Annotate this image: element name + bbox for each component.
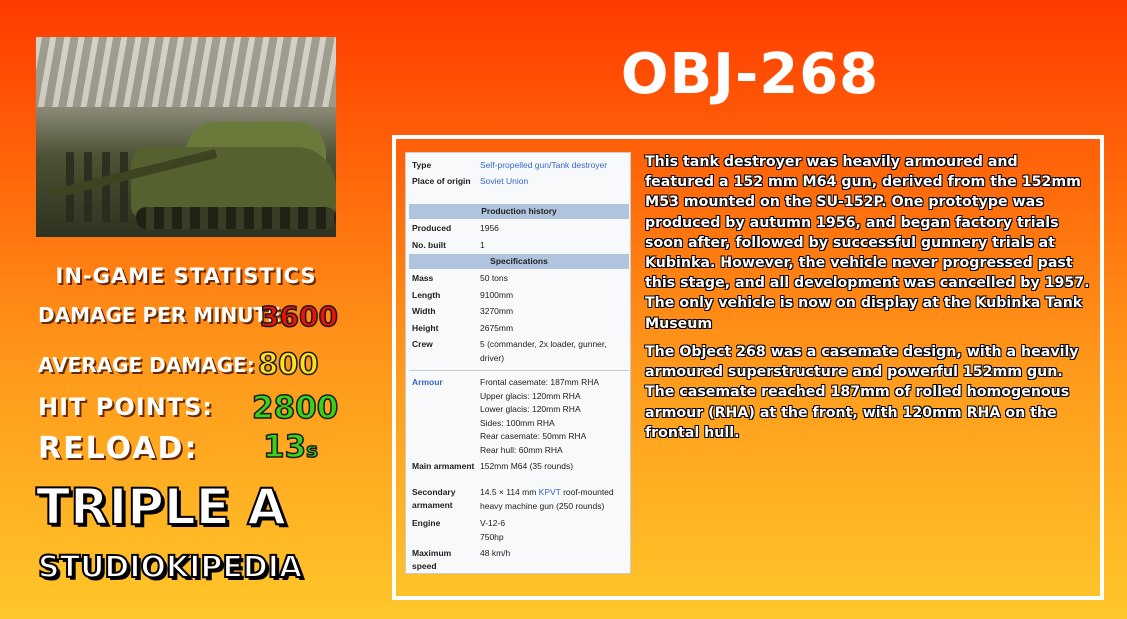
armour-key[interactable]: Armour: [412, 376, 477, 389]
main-armament-key: Main armament: [412, 461, 475, 471]
height-key: Height: [412, 323, 439, 333]
built-key: No. built: [412, 240, 446, 250]
width-key: Width: [412, 306, 436, 316]
specs-heading: Specifications: [409, 254, 629, 269]
reload-label: RELOAD:: [38, 431, 199, 466]
brand-line2: STUDIOKIPEDIA: [37, 549, 303, 586]
armour-line: Rear hull: 60mm RHA: [480, 444, 563, 455]
infobox: Type Self-propelled gun/Tank destroyer P…: [405, 152, 631, 574]
armour-list: Frontal casemate: 187mm RHA Upper glacis…: [480, 376, 630, 457]
engine-value: V-12-6 750hp: [480, 517, 630, 544]
secondary-armament-value: 14.5 × 114 mm KPVT roof-mounted heavy ma…: [480, 486, 630, 513]
secondary-pre: 14.5 × 114 mm: [480, 487, 539, 497]
armour-line: Sides: 100mm RHA: [480, 417, 555, 428]
produced-value: 1956: [480, 223, 499, 233]
crew-key: Crew: [412, 339, 433, 349]
produced-key: Produced: [412, 223, 452, 233]
tank-photo: [36, 37, 336, 237]
armour-line: Rear casemate: 50mm RHA: [480, 431, 587, 441]
armour-line: Frontal casemate: 187mm RHA: [480, 377, 600, 387]
speed-value: 48 km/h: [480, 548, 511, 558]
engine-line: 750hp: [480, 531, 504, 542]
engine-key: Engine: [412, 518, 441, 528]
reload-value: 13s: [262, 428, 319, 466]
page-title: OBJ-268: [620, 42, 880, 107]
length-value: 9100mm: [480, 290, 514, 300]
speed-key: Maximum speed: [412, 548, 452, 571]
dpm-value: 3600: [259, 299, 338, 334]
description-paragraph-1: This tank destroyer was heavily armoured…: [645, 154, 1090, 332]
brand-line1: TRIPLE A: [35, 477, 287, 537]
origin-value[interactable]: Soviet Union: [480, 175, 630, 189]
type-key: Type: [412, 160, 432, 170]
dpm-label: DAMAGE PER MINUTE:: [38, 303, 289, 327]
reload-number: 13: [262, 428, 307, 466]
reload-unit: s: [305, 437, 319, 463]
mass-value: 50 tons: [480, 273, 508, 283]
avg-value: 800: [257, 346, 319, 382]
hp-label: HIT POINTS:: [38, 393, 214, 421]
type-value[interactable]: Self-propelled gun/Tank destroyer: [480, 159, 630, 173]
production-heading: Production history: [409, 204, 629, 219]
height-value: 2675mm: [480, 323, 514, 333]
mass-key: Mass: [412, 273, 434, 283]
crew-value: 5 (commander, 2x loader, gunner, driver): [480, 339, 607, 363]
secondary-armament-key: Secondary armament: [412, 487, 456, 510]
armour-line: Lower glacis: 120mm RHA: [480, 404, 581, 414]
kpvt-link[interactable]: KPVT: [539, 487, 561, 497]
hp-value: 2800: [251, 389, 339, 427]
avg-label: AVERAGE DAMAGE:: [38, 353, 255, 377]
armour-line: Upper glacis: 120mm RHA: [480, 390, 581, 401]
engine-line: V-12-6: [480, 518, 506, 528]
origin-key: Place of origin: [412, 176, 471, 186]
main-armament-value: 152mm M64 (35 rounds): [480, 461, 574, 471]
length-key: Length: [412, 290, 441, 300]
built-value: 1: [480, 240, 485, 250]
stats-heading: IN-GAME STATISTICS: [55, 264, 317, 288]
width-value: 3270mm: [480, 306, 514, 316]
description-paragraph-2: The Object 268 was a casemate design, wi…: [645, 344, 1079, 441]
